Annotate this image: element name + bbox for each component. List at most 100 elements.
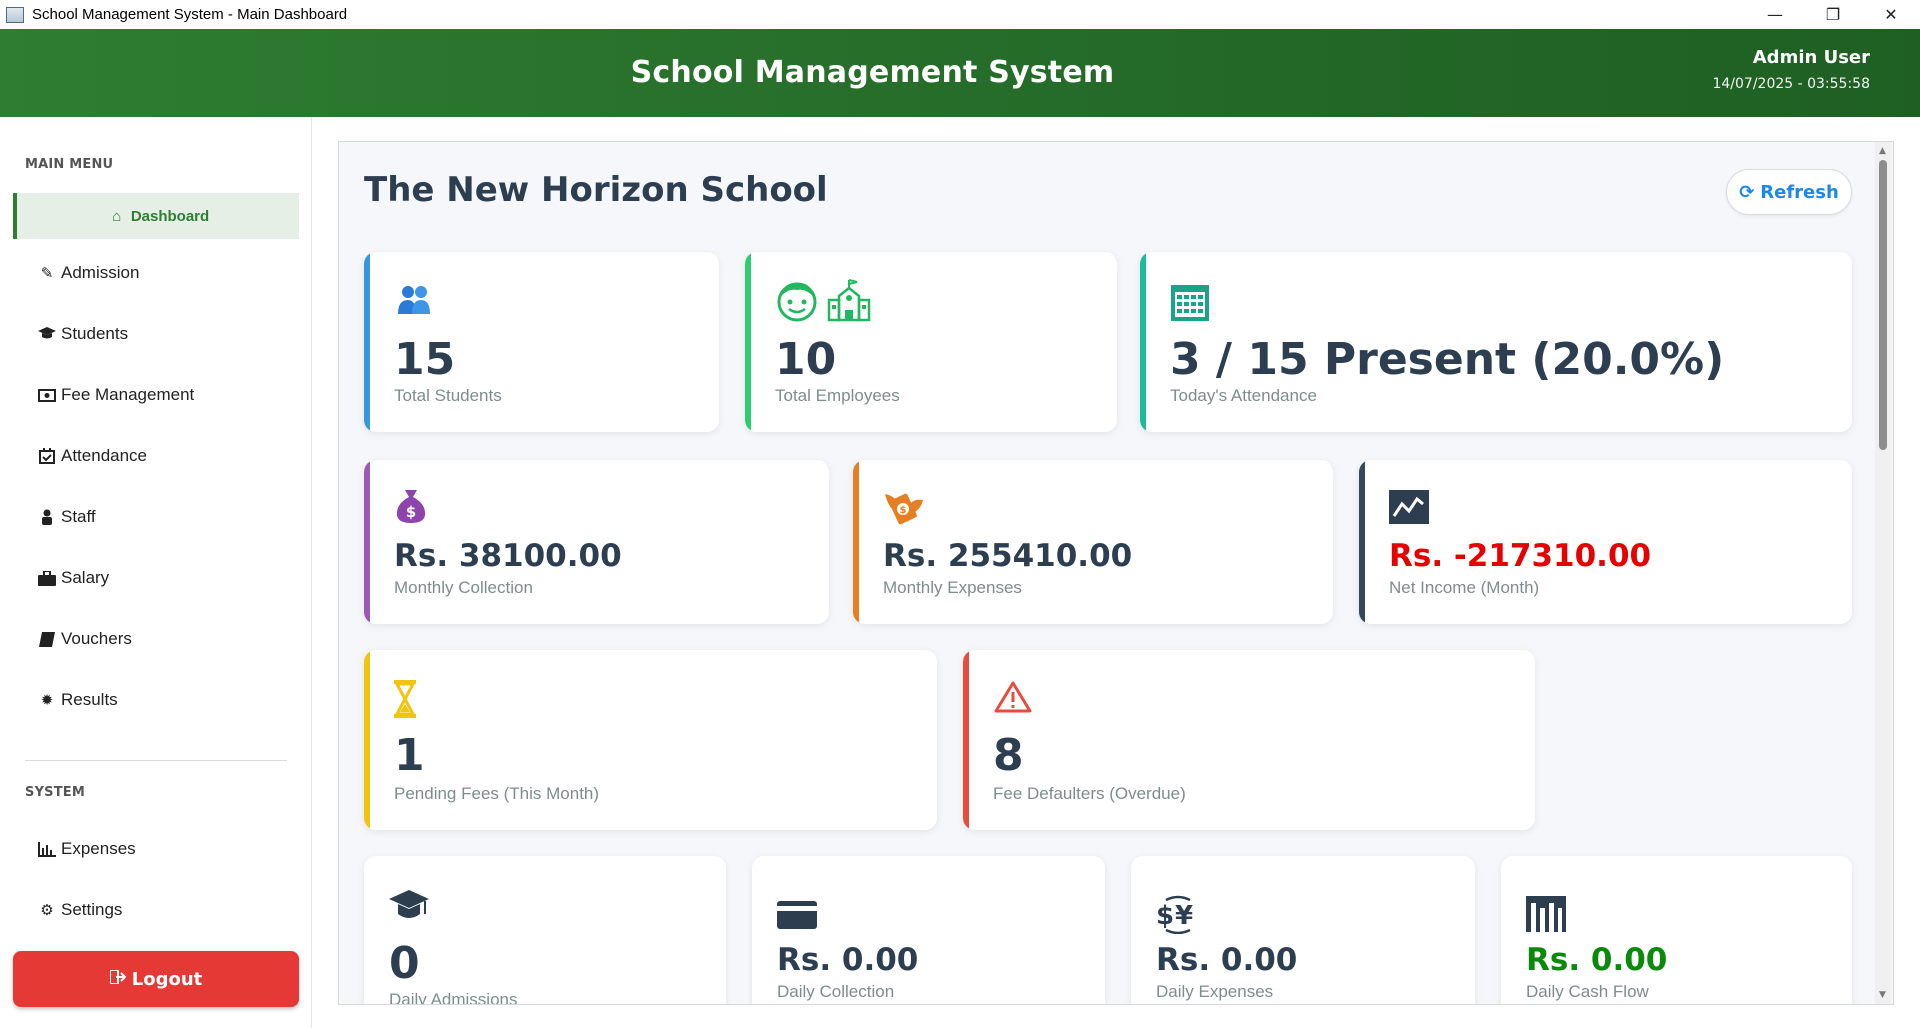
card-icons	[775, 278, 871, 322]
card-label: Daily Expenses	[1156, 982, 1274, 1001]
card-accent	[853, 460, 859, 624]
stat-card-attendance: 3 / 15 Present (20.0%) Today's Attendanc…	[1140, 252, 1852, 432]
window-titlebar: School Management System - Main Dashboar…	[0, 0, 1920, 29]
graduation-cap-icon	[389, 890, 429, 918]
svg-text:$: $	[900, 505, 907, 516]
card-icons: $ ¥	[1156, 894, 1200, 934]
card-label: Daily Cash Flow	[1526, 982, 1649, 1001]
warning-icon	[994, 681, 1032, 713]
card-value: 0	[389, 938, 420, 989]
card-icons: $	[394, 488, 428, 524]
refresh-icon: ⟳	[1739, 181, 1755, 203]
minimize-icon[interactable]: —	[1746, 0, 1804, 29]
card-label: Monthly Collection	[394, 578, 533, 597]
sidebar-item-label: Admission	[61, 263, 140, 282]
card-value: Rs. 255410.00	[883, 538, 1133, 574]
home-icon: ⌂	[112, 207, 122, 225]
main-menu-label: MAIN MENU	[25, 157, 114, 172]
card-accent	[963, 650, 969, 830]
sidebar-item-attendance[interactable]: Attendance	[13, 433, 299, 479]
cash-register-icon	[1526, 896, 1566, 932]
card-value: Rs. 0.00	[777, 942, 919, 978]
card-value: Rs. -217310.00	[1389, 538, 1652, 574]
money-bag-icon: $	[396, 490, 426, 523]
calendar-icon	[1171, 285, 1209, 321]
users-icon	[398, 286, 430, 314]
refresh-label: Refresh	[1760, 181, 1839, 203]
card-accent	[1140, 252, 1146, 432]
card-label: Net Income (Month)	[1389, 578, 1540, 597]
card-label: Today's Attendance	[1170, 386, 1317, 405]
svg-text:$: $	[1156, 901, 1174, 931]
scroll-down-icon[interactable]: ▼	[1879, 990, 1886, 1000]
stat-card-monthly-expenses: $ Rs. 255410.00 Monthly Expenses	[853, 460, 1333, 624]
stat-card-total-students: 15 Total Students	[364, 252, 719, 432]
card-value: 10	[775, 334, 837, 385]
briefcase-icon	[37, 570, 57, 586]
card-value: Rs. 38100.00	[394, 538, 622, 574]
card-label: Daily Collection	[777, 982, 895, 1001]
vertical-scrollbar[interactable]: ▲ ▼	[1875, 142, 1891, 1004]
money-icon	[37, 388, 57, 402]
app-title: School Management System	[630, 55, 1115, 90]
stat-card-total-employees: 10 Total Employees	[745, 252, 1117, 432]
app-window-icon	[6, 6, 24, 23]
credit-card-icon	[777, 901, 817, 929]
sidebar-item-label: Results	[61, 690, 118, 709]
sidebar-item-label: Fee Management	[61, 385, 195, 404]
stat-card-fee-defaulters: 8 Fee Defaulters (Overdue)	[963, 650, 1535, 830]
stat-card-daily-cash-flow: Rs. 0.00 Daily Cash Flow	[1501, 856, 1852, 1004]
svg-text:¥: ¥	[1175, 901, 1193, 931]
sidebar-item-label: Attendance	[61, 446, 148, 465]
edit-icon: ✎	[40, 265, 54, 282]
stat-card-net-income: Rs. -217310.00 Net Income (Month)	[1359, 460, 1852, 624]
card-icons	[777, 901, 817, 929]
sidebar-item-label: Expenses	[61, 839, 136, 858]
card-icons	[1389, 490, 1429, 524]
scrollbar-thumb[interactable]	[1879, 160, 1887, 450]
graduation-cap-icon	[37, 327, 57, 341]
sidebar-item-dashboard[interactable]: ⌂ Dashboard	[13, 193, 299, 239]
sidebar-item-students[interactable]: Students	[13, 311, 299, 357]
sidebar-item-salary[interactable]: Salary	[13, 555, 299, 601]
card-icons: $	[883, 486, 925, 526]
logout-label: Logout	[131, 968, 203, 990]
card-icons	[394, 680, 416, 718]
money-with-wings-icon: $	[885, 493, 923, 525]
sidebar-item-admission[interactable]: ✎ Admission	[13, 250, 299, 296]
sidebar-item-vouchers[interactable]: Vouchers	[13, 616, 299, 662]
dashboard-panel: The New Horizon School ⟳ Refresh 15 Tota…	[338, 141, 1894, 1005]
hourglass-icon	[394, 680, 416, 718]
card-icons	[993, 680, 1033, 714]
close-icon[interactable]: ✕	[1862, 0, 1920, 29]
sidebar-item-expenses[interactable]: Expenses	[13, 826, 299, 872]
sidebar-item-staff[interactable]: Staff	[13, 494, 299, 540]
system-label: SYSTEM	[25, 785, 86, 800]
sidebar: MAIN MENU ⌂ Dashboard ✎ Admission Studen…	[0, 117, 312, 1028]
sidebar-item-label: Vouchers	[61, 629, 132, 648]
card-icons	[394, 282, 434, 322]
sidebar-item-fee-management[interactable]: Fee Management	[13, 372, 299, 418]
user-name: Admin User	[1752, 47, 1870, 68]
user-icon	[37, 509, 57, 525]
card-label: Pending Fees (This Month)	[394, 784, 600, 803]
svg-text:$: $	[406, 503, 416, 521]
card-label: Monthly Expenses	[883, 578, 1022, 597]
sidebar-item-label: Staff	[61, 507, 96, 526]
stat-card-daily-admissions: 0 Daily Admissions	[364, 856, 726, 1005]
logout-button[interactable]: Logout	[13, 951, 299, 1007]
sidebar-item-results[interactable]: ✹ Results	[13, 677, 299, 723]
sidebar-item-settings[interactable]: ⚙ Settings	[13, 887, 299, 933]
school-name: The New Horizon School	[364, 170, 828, 210]
card-accent	[1359, 460, 1365, 624]
currency-exchange-icon: $ ¥	[1156, 895, 1193, 934]
card-accent	[364, 650, 370, 830]
scroll-up-icon[interactable]: ▲	[1879, 146, 1886, 156]
bar-chart-icon	[37, 841, 57, 857]
restore-icon[interactable]: ❐	[1804, 0, 1862, 29]
card-label: Daily Admissions	[389, 990, 518, 1005]
current-datetime: 14/07/2025 - 03:55:58	[1712, 76, 1870, 92]
sidebar-item-label: Settings	[61, 900, 123, 919]
refresh-button[interactable]: ⟳ Refresh	[1726, 169, 1852, 215]
card-value: Rs. 0.00	[1156, 942, 1298, 978]
